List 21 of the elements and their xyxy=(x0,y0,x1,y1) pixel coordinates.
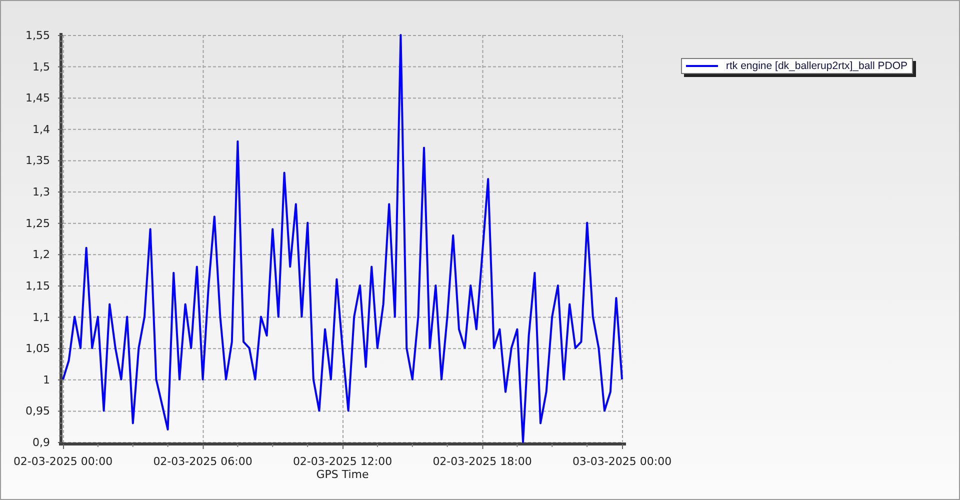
tick-label: 1,35 xyxy=(26,154,50,168)
tick-label: 1,55 xyxy=(26,29,50,42)
tick-label: 02-03-2025 12:00 xyxy=(292,455,392,468)
legend-label: rtk engine [dk_ballerup2rtx]_ball PDOP xyxy=(726,60,908,72)
axis-title: GPS Time xyxy=(316,468,369,481)
tick-label: 1,1 xyxy=(32,310,50,324)
tick-label: 1,3 xyxy=(32,186,50,199)
tick-label: 1 xyxy=(43,373,50,386)
tick-label: 1,5 xyxy=(32,60,50,74)
tick-label: 03-03-2025 00:00 xyxy=(572,455,672,468)
tick-label: 1,05 xyxy=(26,342,50,356)
tick-label: 1,4 xyxy=(32,122,50,136)
tick-label: 0,95 xyxy=(26,404,50,418)
tick-label: 0,9 xyxy=(32,436,50,449)
tick-label: 1,15 xyxy=(26,279,50,292)
tick-label: 1,25 xyxy=(26,216,50,230)
tick-label: 02-03-2025 06:00 xyxy=(153,455,252,468)
tick-label: 02-03-2025 18:00 xyxy=(432,455,532,468)
tick-label: 02-03-2025 00:00 xyxy=(13,455,113,468)
tick-label: 1,2 xyxy=(32,248,50,262)
tick-label: 1,45 xyxy=(26,92,50,105)
